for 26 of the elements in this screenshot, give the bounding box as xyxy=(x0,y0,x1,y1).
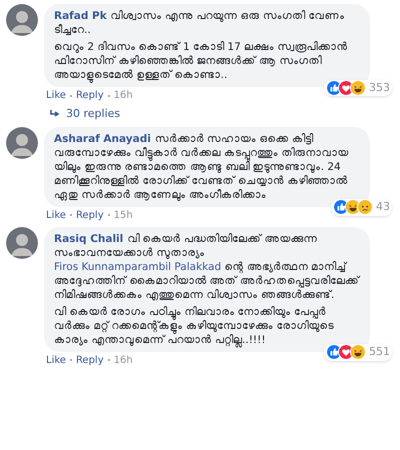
reply-arrow-icon xyxy=(50,110,60,118)
avatar[interactable] xyxy=(6,126,38,158)
author-name[interactable]: Rasiq Chalil xyxy=(54,232,124,244)
comment-text: Rasiq Chalil വി കെയർ പദ്ധതിയിലേക്ക് അയക്കുന്ന സംഭാവനയേക്കാൾ സുതാര്യം Firos Kunnamparambil Palakkad ന്റെ അഭ്യർത്ഥന മാനിച്ച് അദ്ദേഹത്തിന് കൈമാറിയാൽ അത് അർഹതപ്പെട്ടവരിലേക്ക് നിമിഷങ്ങൾക്കകം എത്തുമെന്ന വിശ്വാസം ഞങ്ങൾക്കുണ്ട്. xyxy=(54,232,360,302)
action-link[interactable]: Reply xyxy=(76,352,104,368)
comment-text: Rafad Pk വിശ്വാസം എന്നു പറയുന്ന ഒരു സംഗതി വേണം ടീച്ചറേ.. xyxy=(54,9,346,37)
action-link[interactable]: Like xyxy=(46,208,66,222)
action-link[interactable]: Like xyxy=(46,88,66,103)
action-link[interactable]: Reply xyxy=(76,88,104,103)
author-name[interactable]: Asharaf Anayadi xyxy=(54,132,151,144)
comment-text: വെറും 2 ദിവസം കൊണ്ട് 1 കോടി 17 ലക്ഷം സ്വരൂപിക്കാൻ ഫിറോസിന് കഴിഞ്ഞെങ്കിൽ ജനങ്ങൾക്ക് ആ സംഗതി അയാളുടെമേൽ ഉള്ളത് കൊണ്ടാ.. xyxy=(54,40,348,82)
laughing-face-icon xyxy=(350,80,366,96)
avatar[interactable] xyxy=(6,4,38,36)
laughing-face-icon xyxy=(350,344,366,360)
action-link[interactable]: Like xyxy=(46,352,66,368)
reaction-count: 43 xyxy=(376,199,390,215)
sad-face-icon xyxy=(357,199,373,216)
avatar[interactable] xyxy=(6,226,38,258)
profile-link[interactable]: Firos Kunnamparambil Palakkad xyxy=(54,260,222,272)
comment-text: വി കെയർ രോഗം പഠിച്ചും നിലവാരം നോക്കിയും പേപ്പർ വർക്കും മറ്റ് റക്കമെന്റ്കളും കഴിയുമ്പോഴേക്കും രോഗിയുടെ കാര്യം എന്താവുമെന്ന് പറയാൻ പറ്റില്ല..!!!! xyxy=(54,304,335,346)
replies-link[interactable]: 30 replies xyxy=(66,106,120,122)
author-name[interactable]: Rafad Pk xyxy=(54,10,107,22)
comment-text: Asharaf Anayadi സർക്കാർ സഹായം ഒക്കെ കിട്ടി വരുമ്പോഴേക്കും വീട്ടുകാർ വർക്കല കടപ്പുറത്തും തിരുനാവായ യിലും ഇരുന്നു രണ്ടാമത്തെ ആണ്ടു ബലി ഇടുന്നുണ്ടാവും. 24 മണിക്കൂറിനുള്ളിൽ രോഗിക്ക് വേണ്ടത് ചെയ്യാൻ കഴിഞ്ഞാൽ ഏതു സർക്കാർ ആണേലും അംഗീകരിക്കാം xyxy=(54,132,350,202)
action-link[interactable]: Reply xyxy=(76,208,104,222)
reaction-count: 353 xyxy=(369,80,390,96)
reaction-count: 551 xyxy=(369,344,390,360)
